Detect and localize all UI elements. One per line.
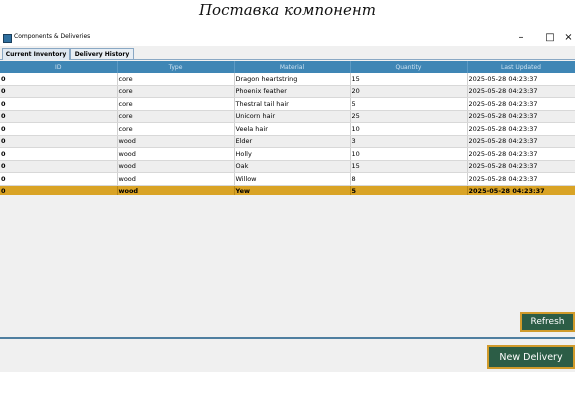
table-row[interactable]: 0 core Thestral tail hair 5 2025-05-28 04:23… <box>0 97 575 111</box>
column-header-type[interactable]: Type <box>117 61 235 73</box>
cell-quantity[interactable]: 10 <box>350 122 468 136</box>
cell-id[interactable]: 0 <box>0 97 118 111</box>
close-button[interactable]: × <box>562 30 575 46</box>
cell-material[interactable]: Unicorn hair <box>234 110 351 123</box>
cell-quantity[interactable]: 25 <box>350 110 468 123</box>
cell-material[interactable]: Oak <box>234 160 351 173</box>
table-row[interactable]: 0 core Dragon heartstring 15 2025-05-28 04:2… <box>0 73 575 86</box>
table-row[interactable]: 0 wood Willow 8 2025-05-28 04:23:37 <box>0 172 575 186</box>
cell-type[interactable]: core <box>117 122 235 136</box>
cell-material[interactable]: Holly <box>234 147 351 161</box>
cell-material[interactable]: Dragon heartstring <box>234 73 351 86</box>
cell-id[interactable]: 0 <box>0 135 118 148</box>
tab-delivery-history[interactable]: Delivery History <box>70 48 134 59</box>
new-delivery-button[interactable]: New Delivery <box>487 345 575 369</box>
cell-last-updated[interactable]: 2025-05-28 04:23:37 <box>467 97 575 111</box>
cell-id[interactable]: 0 <box>0 73 118 86</box>
column-header-material[interactable]: Material <box>234 61 351 73</box>
cell-last-updated[interactable]: 2025-05-28 04:23:37 <box>467 110 575 123</box>
cell-quantity[interactable]: 5 <box>350 97 468 111</box>
cell-id[interactable]: 0 <box>0 122 118 136</box>
cell-id[interactable]: 0 <box>0 110 118 123</box>
cell-type[interactable]: wood <box>117 147 235 161</box>
table-row[interactable]: 0 wood Oak 15 2025-05-28 04:23:37 <box>0 160 575 173</box>
cell-last-updated[interactable]: 2025-05-28 04:23:37 <box>467 147 575 161</box>
cell-type[interactable]: wood <box>117 172 235 186</box>
tab-bar: Current Inventory Delivery History <box>0 47 575 60</box>
cell-last-updated[interactable]: 2025-05-28 04:23:37 <box>467 135 575 148</box>
cell-last-updated[interactable]: 2025-05-28 04:23:37 <box>467 122 575 136</box>
panel-separator <box>0 337 575 339</box>
inventory-table-area: ID Type Material Quantity Last Updated 0… <box>0 61 575 198</box>
tab-current-inventory[interactable]: Current Inventory <box>2 48 70 60</box>
cell-material[interactable]: Willow <box>234 172 351 186</box>
inventory-table: ID Type Material Quantity Last Updated 0… <box>0 61 575 198</box>
cell-last-updated[interactable]: 2025-05-28 04:23:37 <box>467 85 575 98</box>
table-row[interactable]: 0 core Unicorn hair 25 2025-05-28 04:23:37 <box>0 110 575 123</box>
table-row[interactable]: 0 core Veela hair 10 2025-05-28 04:23:37 <box>0 122 575 136</box>
cell-type[interactable]: core <box>117 110 235 123</box>
app-window: Components & Deliveries – □ × Current In… <box>0 30 575 372</box>
cell-type[interactable]: core <box>117 97 235 111</box>
cell-quantity[interactable]: 8 <box>350 172 468 186</box>
window-title: Components & Deliveries <box>14 33 91 40</box>
maximize-button[interactable]: □ <box>540 30 560 46</box>
refresh-button[interactable]: Refresh <box>520 312 575 332</box>
minimize-button[interactable]: – <box>511 30 531 46</box>
cell-quantity[interactable]: 10 <box>350 147 468 161</box>
table-header-row: ID Type Material Quantity Last Updated <box>0 61 575 73</box>
column-header-last-updated[interactable]: Last Updated <box>467 61 575 73</box>
cell-id[interactable]: 0 <box>0 147 118 161</box>
cell-quantity[interactable]: 15 <box>350 160 468 173</box>
cell-last-updated[interactable]: 2025-05-28 04:23:37 <box>467 160 575 173</box>
cell-material[interactable]: Thestral tail hair <box>234 97 351 111</box>
cell-type[interactable]: wood <box>117 135 235 148</box>
cell-quantity[interactable]: 3 <box>350 135 468 148</box>
column-header-quantity[interactable]: Quantity <box>350 61 468 73</box>
cell-id[interactable]: 0 <box>0 160 118 173</box>
table-row[interactable]: 0 wood Holly 10 2025-05-28 04:23:37 <box>0 147 575 161</box>
cell-id[interactable]: 0 <box>0 85 118 98</box>
cell-type[interactable]: core <box>117 85 235 98</box>
button-panel: Refresh <box>0 195 575 337</box>
title-bar[interactable]: Components & Deliveries – □ × <box>0 30 575 46</box>
cell-id[interactable]: 0 <box>0 172 118 186</box>
page-caption: Поставка компонент <box>198 1 377 19</box>
table-row[interactable]: 0 wood Elder 3 2025-05-28 04:23:37 <box>0 135 575 148</box>
column-header-id[interactable]: ID <box>0 61 118 73</box>
table-row[interactable]: 0 core Phoenix feather 20 2025-05-28 04:23:3… <box>0 85 575 98</box>
app-icon <box>3 34 12 43</box>
cell-type[interactable]: wood <box>117 160 235 173</box>
cell-material[interactable]: Phoenix feather <box>234 85 351 98</box>
cell-last-updated[interactable]: 2025-05-28 04:23:37 <box>467 73 575 86</box>
cell-material[interactable]: Veela hair <box>234 122 351 136</box>
cell-last-updated[interactable]: 2025-05-28 04:23:37 <box>467 172 575 186</box>
cell-type[interactable]: core <box>117 73 235 86</box>
cell-material[interactable]: Elder <box>234 135 351 148</box>
cell-quantity[interactable]: 15 <box>350 73 468 86</box>
cell-quantity[interactable]: 20 <box>350 85 468 98</box>
